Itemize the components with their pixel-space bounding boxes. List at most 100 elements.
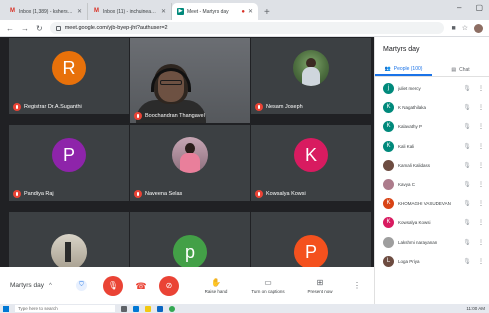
back-icon[interactable]: ← (6, 24, 14, 33)
close-icon[interactable]: ✕ (248, 8, 253, 15)
raise-hand-button[interactable]: ✋ Raise hand (193, 278, 239, 294)
more-options-icon[interactable]: ⋮ (478, 239, 484, 246)
tab-title: Inbox (1,389) - kshershedsub@... (19, 8, 74, 15)
camera-indicator-icon[interactable]: ■ (451, 25, 455, 32)
participant-avatar (383, 179, 394, 191)
participant-tile[interactable]: P (251, 212, 371, 267)
reload-icon[interactable]: ↻ (36, 24, 43, 33)
more-options-icon[interactable]: ⋮ (478, 219, 484, 226)
taskbar: Type here to search 11:00 AM (0, 304, 489, 313)
chevron-up-icon: ^ (48, 282, 52, 289)
browser-actions: ■ ☆ (451, 23, 483, 33)
people-icon: 👥 (384, 65, 391, 72)
mic-off-icon (134, 190, 142, 198)
more-options-icon[interactable]: ⋮ (478, 104, 484, 111)
participant-name: Kalavathy P (398, 124, 423, 130)
windows-start-icon[interactable] (3, 305, 9, 312)
participant-list-item[interactable]: K Kalavathy P 🎙 ⋮ (375, 117, 489, 136)
tab-title: Meet - Martyrs day (187, 8, 229, 15)
participant-name: Lakshmi narayanan (398, 239, 438, 245)
captions-icon: ▭ (264, 277, 272, 287)
participant-tile[interactable]: Nesam Joseph (251, 38, 371, 114)
profile-avatar[interactable] (474, 23, 483, 33)
gmail-icon: M (94, 8, 99, 14)
more-options-icon[interactable]: ⋮ (478, 162, 484, 169)
present-icon: ⊞ (316, 277, 324, 287)
more-options-icon[interactable]: ⋮ (478, 181, 484, 188)
participant-list-item[interactable]: Lakshmi narayanan 🎙 ⋮ (375, 233, 489, 252)
mic-toggle-button[interactable]: 🎙 (103, 275, 123, 296)
participant-list-item[interactable]: K Kali Kali 🎙 ⋮ (375, 137, 489, 156)
more-options-icon[interactable]: ⋮ (478, 258, 484, 265)
chat-tab-label: Chat (459, 66, 470, 73)
people-tab-label: People (100) (393, 65, 423, 72)
task-view-icon[interactable] (121, 305, 127, 312)
url-input[interactable]: meet.google.com/yjb-byep-jht?authuser=2 (49, 22, 445, 34)
mic-off-icon[interactable]: 🎙 (460, 85, 474, 92)
forward-icon[interactable]: → (21, 24, 29, 33)
new-tab-button[interactable]: + (258, 7, 276, 20)
participant-tile[interactable]: R Registrar Dr.A.Suganthi (9, 38, 129, 114)
close-icon[interactable]: ✕ (77, 8, 82, 15)
file-explorer-icon[interactable] (145, 305, 151, 312)
mic-off-icon[interactable]: 🎙 (460, 219, 474, 226)
chrome-icon[interactable] (169, 305, 175, 312)
mic-off-icon[interactable]: 🎙 (460, 181, 474, 188)
mic-off-icon[interactable]: 🎙 (460, 143, 474, 150)
side-panel: Martyrs day 👥 People (100) ▤ Chat j julie… (374, 37, 489, 304)
leave-call-button[interactable]: ☎ (131, 275, 151, 296)
participant-tile[interactable]: p (130, 212, 250, 267)
more-options-icon[interactable]: ⋮ (478, 123, 484, 130)
participant-tile[interactable] (9, 212, 129, 267)
screen: M Inbox (1,389) - kshershedsub@... ✕ M I… (0, 0, 489, 313)
star-icon[interactable]: ☆ (462, 24, 468, 32)
participant-list-item[interactable]: K KHOMAGHI VASUDEVAN 🎙 ⋮ (375, 194, 489, 213)
present-button[interactable]: ⊞ Present now (297, 278, 343, 294)
taskbar-search-input[interactable]: Type here to search (15, 305, 115, 312)
participant-tile[interactable]: K Kowsalya Kowsi (251, 125, 371, 201)
more-options-icon[interactable]: ⋮ (478, 85, 484, 92)
minimize-icon[interactable]: – (457, 3, 461, 12)
meeting-details-button[interactable]: Martyrs day ^ (10, 282, 76, 289)
participant-avatar: L (383, 255, 394, 267)
store-icon[interactable] (157, 305, 163, 312)
participant-name: Boochandran Thangavel (145, 113, 205, 119)
mic-off-icon[interactable]: 🎙 (460, 258, 474, 265)
participant-avatar: j (383, 83, 394, 95)
participant-video[interactable]: Boochandran Thangavel (130, 38, 250, 123)
participant-name: Kowsalya Kowsi (398, 220, 431, 226)
maximize-icon[interactable]: ▢ (475, 3, 483, 12)
participant-tile[interactable]: P Pandiya Raj (9, 125, 129, 201)
captions-button[interactable]: ▭ Turn on captions (245, 278, 291, 294)
mic-off-icon[interactable]: 🎙 (460, 200, 474, 207)
camera-toggle-button[interactable]: ⊘ (159, 275, 179, 296)
mic-off-icon[interactable]: 🎙 (460, 162, 474, 169)
edge-icon[interactable] (133, 305, 139, 312)
more-options-icon[interactable]: ⋮ (478, 200, 484, 207)
participant-list-item[interactable]: Kamali Kalidass 🎙 ⋮ (375, 156, 489, 175)
mic-off-icon[interactable]: 🎙 (460, 123, 474, 130)
participant-photo (172, 137, 208, 173)
participant-list-item[interactable]: K Kowsalya Kowsi 🎙 ⋮ (375, 213, 489, 232)
participant-list-item[interactable]: j juliet mercy 🎙 ⋮ (375, 79, 489, 98)
address-bar: ← → ↻ meet.google.com/yjb-byep-jht?authu… (0, 20, 489, 37)
browser-tab-gmail-2[interactable]: M Inbox (11) - inchuineasure@... ✕ (88, 3, 172, 20)
participant-list-item[interactable]: L Loga Priya 🎙 ⋮ (375, 252, 489, 271)
tab-chat[interactable]: ▤ Chat (432, 63, 489, 76)
participant-avatar: K (383, 198, 394, 210)
participant-name: Kavya C (398, 182, 416, 188)
meeting-grid: R Registrar Dr.A.Suganthi Boochandran Th… (0, 37, 374, 267)
tab-people[interactable]: 👥 People (100) (375, 63, 432, 76)
close-icon[interactable]: ✕ (161, 8, 166, 15)
mic-off-icon[interactable]: 🎙 (460, 239, 474, 246)
mic-off-icon[interactable]: 🎙 (460, 104, 474, 111)
more-options-icon[interactable]: ⋮ (353, 281, 361, 290)
participant-tile[interactable]: Naveena Selas (130, 125, 250, 201)
more-options-icon[interactable]: ⋮ (478, 143, 484, 150)
browser-tab-meet[interactable]: ▶ Meet - Martyrs day ● ✕ (172, 3, 258, 20)
participant-list-item[interactable]: K K Nagathilaka 🎙 ⋮ (375, 98, 489, 117)
captions-label: Turn on captions (251, 288, 285, 294)
browser-tab-gmail-1[interactable]: M Inbox (1,389) - kshershedsub@... ✕ (4, 3, 88, 20)
participant-list-item[interactable]: Kavya C 🎙 ⋮ (375, 175, 489, 194)
shield-icon[interactable]: ⛉ (76, 280, 87, 291)
